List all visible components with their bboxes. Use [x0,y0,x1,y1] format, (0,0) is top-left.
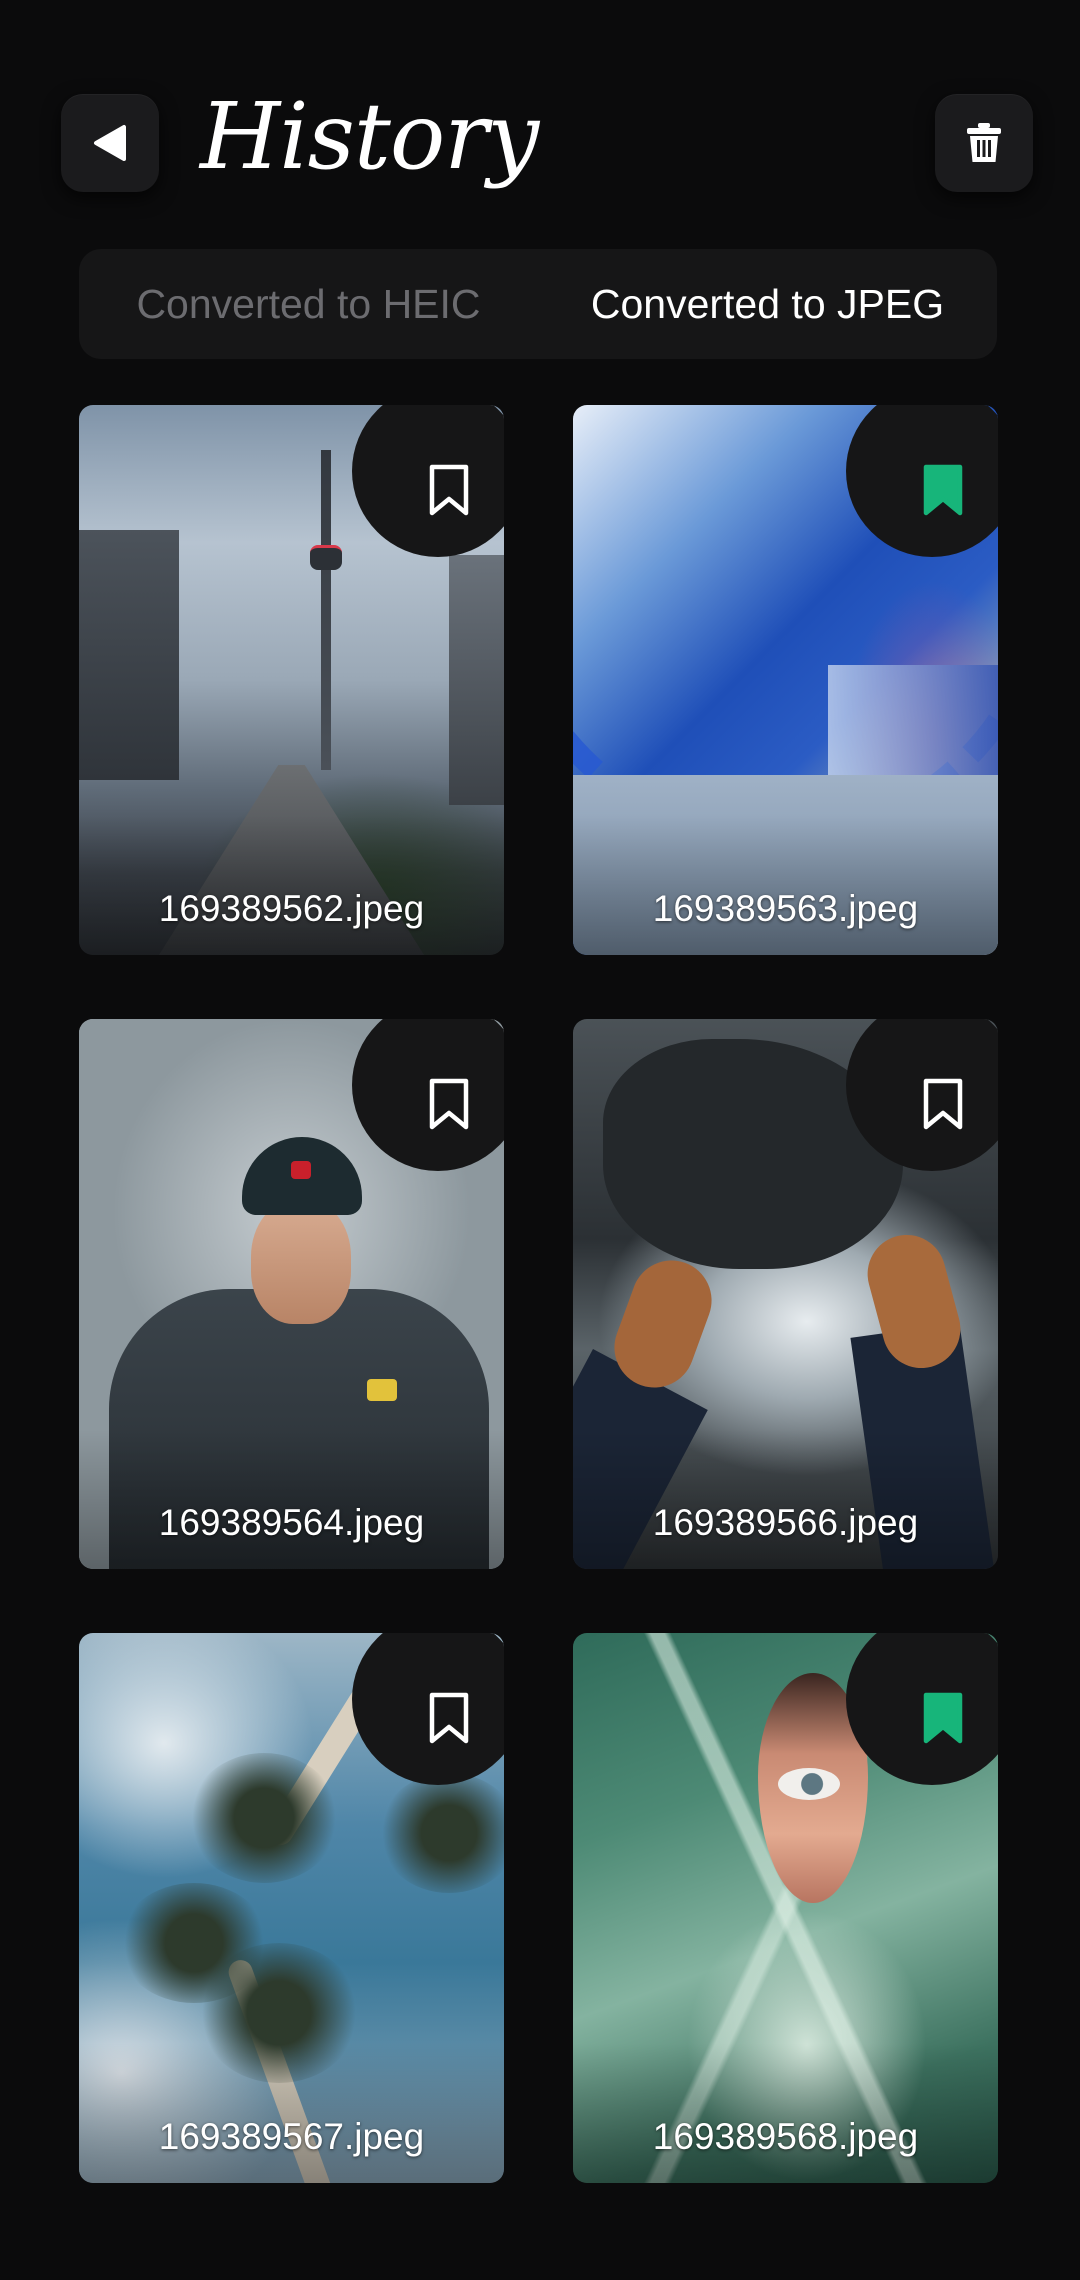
tab-converted-to-heic[interactable]: Converted to HEIC [79,249,538,359]
bookmark-filled-icon [923,1692,963,1744]
bookmark-outline-icon [429,1692,469,1744]
image-card[interactable]: 169389567.jpeg [79,1633,504,2183]
bookmark-outline-icon [429,464,469,516]
delete-button[interactable] [935,94,1033,192]
image-card[interactable]: 169389568.jpeg [573,1633,998,2183]
image-filename: 169389568.jpeg [652,2116,919,2157]
image-filename: 169389567.jpeg [158,2116,425,2157]
image-filename: 169389566.jpeg [652,1502,919,1543]
image-filename: 169389562.jpeg [158,888,425,929]
image-card[interactable]: 169389563.jpeg [573,405,998,955]
bookmark-filled-icon [923,464,963,516]
image-filename: 169389564.jpeg [158,1502,425,1543]
image-card[interactable]: 169389562.jpeg [79,405,504,955]
tab-bar: Converted to HEIC Converted to JPEG [79,249,997,359]
image-filename: 169389563.jpeg [652,888,919,929]
trash-icon [967,123,1001,162]
back-button[interactable] [61,94,159,192]
bookmark-outline-icon [923,1078,963,1130]
image-card[interactable]: 169389564.jpeg [79,1019,504,1569]
page-title: History [200,83,539,190]
bookmark-outline-icon [429,1078,469,1130]
tab-converted-to-jpeg[interactable]: Converted to JPEG [538,249,997,359]
header: History [0,0,1080,240]
image-card[interactable]: 169389566.jpeg [573,1019,998,1569]
back-arrow-icon [94,125,126,161]
